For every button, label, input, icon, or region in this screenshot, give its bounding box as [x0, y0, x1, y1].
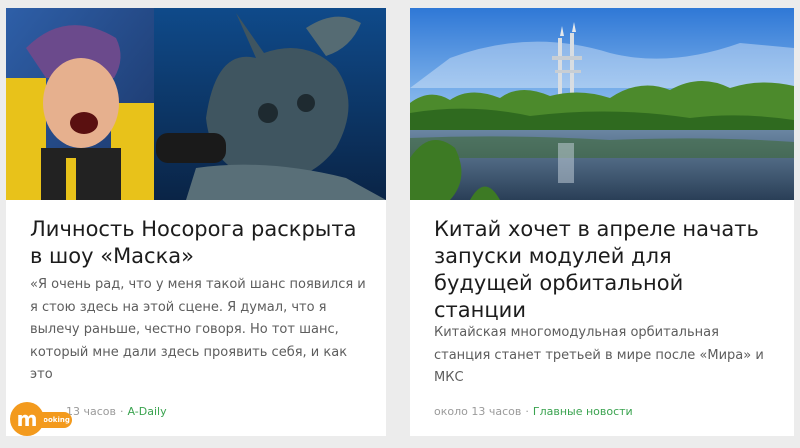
- logo-letter: m: [10, 402, 44, 436]
- separator-dot: ·: [525, 405, 529, 418]
- rhino-mask-photo-icon: [6, 8, 386, 200]
- news-image[interactable]: [410, 8, 794, 200]
- news-lead: «Я очень рад, что у меня такой шанс появ…: [30, 277, 366, 382]
- news-time: 13 часов: [66, 405, 116, 418]
- news-meta: 13 часов · A-Daily: [66, 405, 167, 418]
- news-card[interactable]: Личность Носорога раскрыта в шоу «Маска»…: [6, 8, 386, 436]
- news-source-link[interactable]: A-Daily: [128, 405, 167, 418]
- news-card[interactable]: Китай хочет в апреле начать запуски моду…: [410, 8, 794, 436]
- news-title[interactable]: Личность Носорога раскрыта в шоу «Маска»: [30, 216, 368, 270]
- news-source-link[interactable]: Главные новости: [533, 405, 633, 418]
- news-lead: Китайская многомодульная орбитальная ста…: [434, 325, 764, 385]
- news-meta: около 13 часов · Главные новости: [434, 405, 633, 418]
- news-image[interactable]: [6, 8, 386, 200]
- news-time: около 13 часов: [434, 405, 522, 418]
- mbooking-logo: booking m: [10, 402, 72, 436]
- news-title[interactable]: Китай хочет в апреле начать запуски моду…: [434, 216, 776, 324]
- lake-tower-photo-icon: [410, 8, 794, 200]
- separator-dot: ·: [120, 405, 124, 418]
